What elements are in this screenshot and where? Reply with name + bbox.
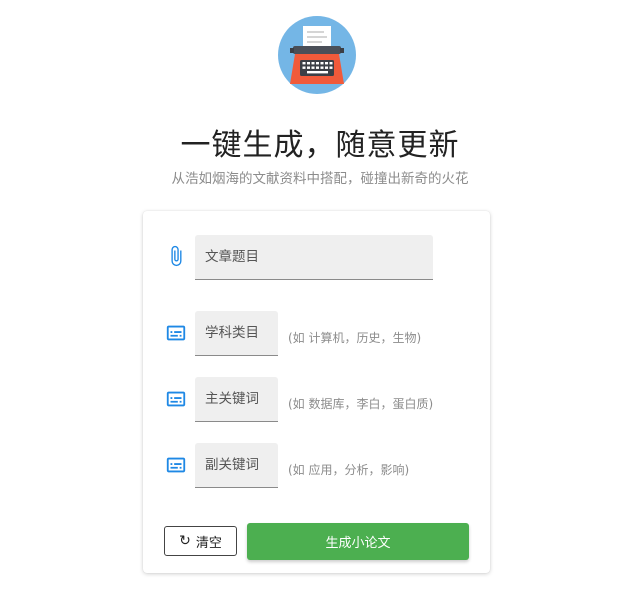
clear-button-label: 清空 <box>195 535 222 551</box>
subject-field[interactable] <box>195 311 278 356</box>
generator-form-card: (如 计算机，历史，生物) (如 数据库，李白，蛋白质) (如 应用，分析，影响… <box>143 211 490 573</box>
page-title: 一键生成，随意更新 <box>180 128 460 163</box>
subtitles-icon <box>166 325 186 341</box>
article-title-input[interactable] <box>195 235 433 279</box>
sub-keyword-field[interactable] <box>195 443 278 488</box>
main-keyword-field[interactable] <box>195 377 278 422</box>
main-keyword-hint: (如 数据库，李白，蛋白质) <box>288 397 434 411</box>
refresh-icon: ↻ <box>179 533 191 549</box>
typewriter-logo <box>278 16 356 94</box>
subject-input[interactable] <box>195 311 278 355</box>
typewriter-icon <box>290 26 344 84</box>
clear-button[interactable]: ↻ 清空 <box>164 526 237 556</box>
page-subtitle: 从浩如烟海的文献资料中搭配，碰撞出新奇的火花 <box>171 171 469 187</box>
subtitles-icon <box>166 457 186 473</box>
sub-keyword-hint: (如 应用，分析，影响) <box>288 463 410 477</box>
generate-button-label: 生成小论文 <box>325 536 391 551</box>
subtitles-icon <box>166 391 186 407</box>
paperclip-icon <box>171 245 182 267</box>
sub-keyword-input[interactable] <box>195 443 278 487</box>
main-keyword-input[interactable] <box>195 377 278 421</box>
subject-hint: (如 计算机，历史，生物) <box>288 331 422 345</box>
generate-paper-button[interactable]: 生成小论文 <box>247 523 469 560</box>
article-title-field[interactable] <box>195 235 433 280</box>
